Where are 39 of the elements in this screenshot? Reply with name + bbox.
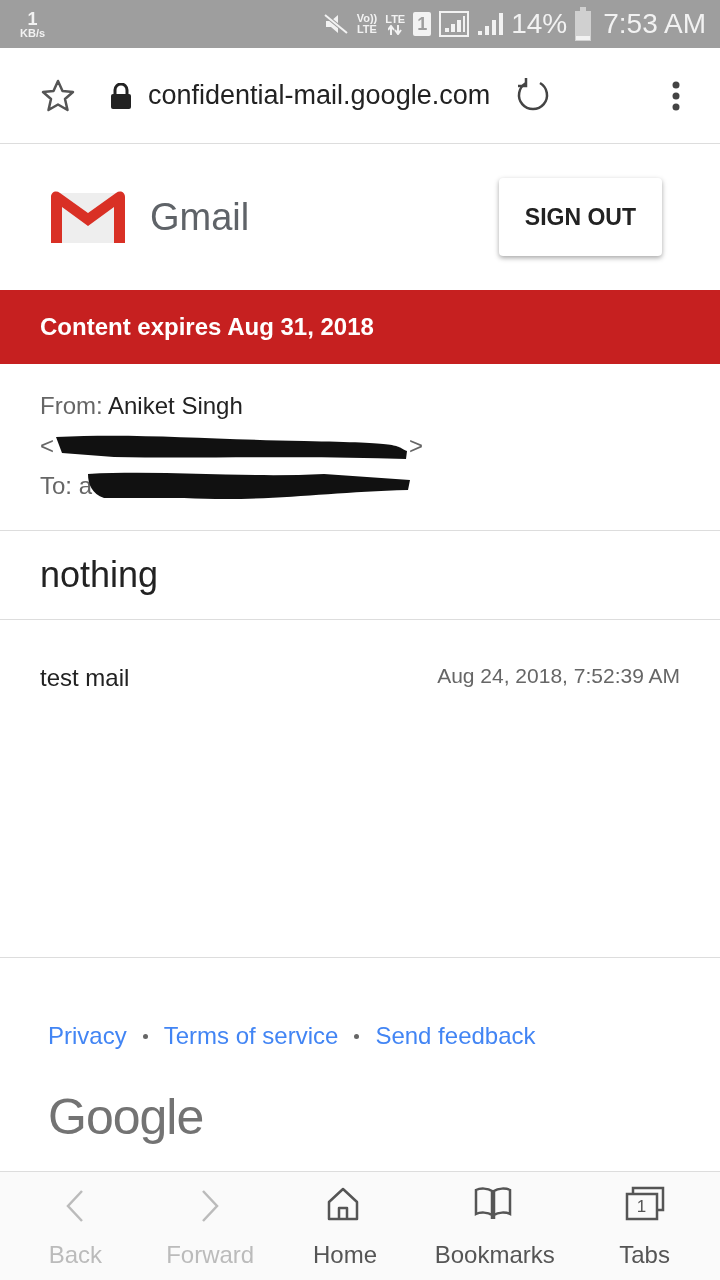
footer-link[interactable]: Privacy <box>48 1018 127 1054</box>
home-nav-button[interactable]: Home <box>290 1184 400 1273</box>
sim-badge: 1 <box>413 12 432 36</box>
forward-icon <box>201 1188 220 1223</box>
footer-link[interactable]: Terms of service <box>163 1018 339 1054</box>
sign-out-button[interactable]: SIGN OUT <box>498 177 662 257</box>
from-line: From: Aniket Singh <box>40 391 244 421</box>
google-logo: Google <box>48 1088 205 1147</box>
brand-name: Gmail <box>150 194 250 240</box>
star-icon[interactable] <box>40 78 76 113</box>
mute-icon <box>322 13 349 35</box>
lte-label: LTE <box>385 13 406 25</box>
to-line: To: a <box>40 471 93 501</box>
message-date: Aug 24, 2018, 7:52:39 AM <box>437 663 680 689</box>
lock-icon <box>110 82 132 109</box>
volte-label: Vo)) <box>356 13 378 24</box>
bookmarks-nav-button[interactable]: Bookmarks <box>424 1184 565 1273</box>
battery-percent: 14% <box>511 7 568 41</box>
more-menu-icon[interactable] <box>672 80 680 111</box>
expiry-banner-text: Content expires Aug 31, 2018 <box>40 312 374 342</box>
data-arrows-icon <box>388 24 403 35</box>
lte-label: LTE <box>356 24 377 35</box>
url-text[interactable]: confidential-mail.google.com <box>148 75 491 116</box>
tab-count: 1 <box>635 1195 648 1218</box>
signal-icon <box>439 11 470 37</box>
address-bracket: < <box>40 431 54 461</box>
battery-icon <box>575 7 592 41</box>
speed-value: 1 <box>27 9 38 28</box>
tabs-nav-button[interactable]: 1 Tabs <box>589 1184 700 1273</box>
separator-dot <box>142 1033 148 1039</box>
subject-text: nothing <box>40 553 159 597</box>
separator-dot <box>354 1033 360 1039</box>
clock: 7:53 AM <box>603 7 706 41</box>
message-body: test mail <box>40 663 130 693</box>
footer-link[interactable]: Send feedback <box>375 1018 536 1054</box>
address-bracket: > <box>409 431 424 461</box>
back-icon <box>66 1188 85 1223</box>
speed-unit: KB/s <box>20 27 46 39</box>
signal-icon <box>477 12 504 36</box>
